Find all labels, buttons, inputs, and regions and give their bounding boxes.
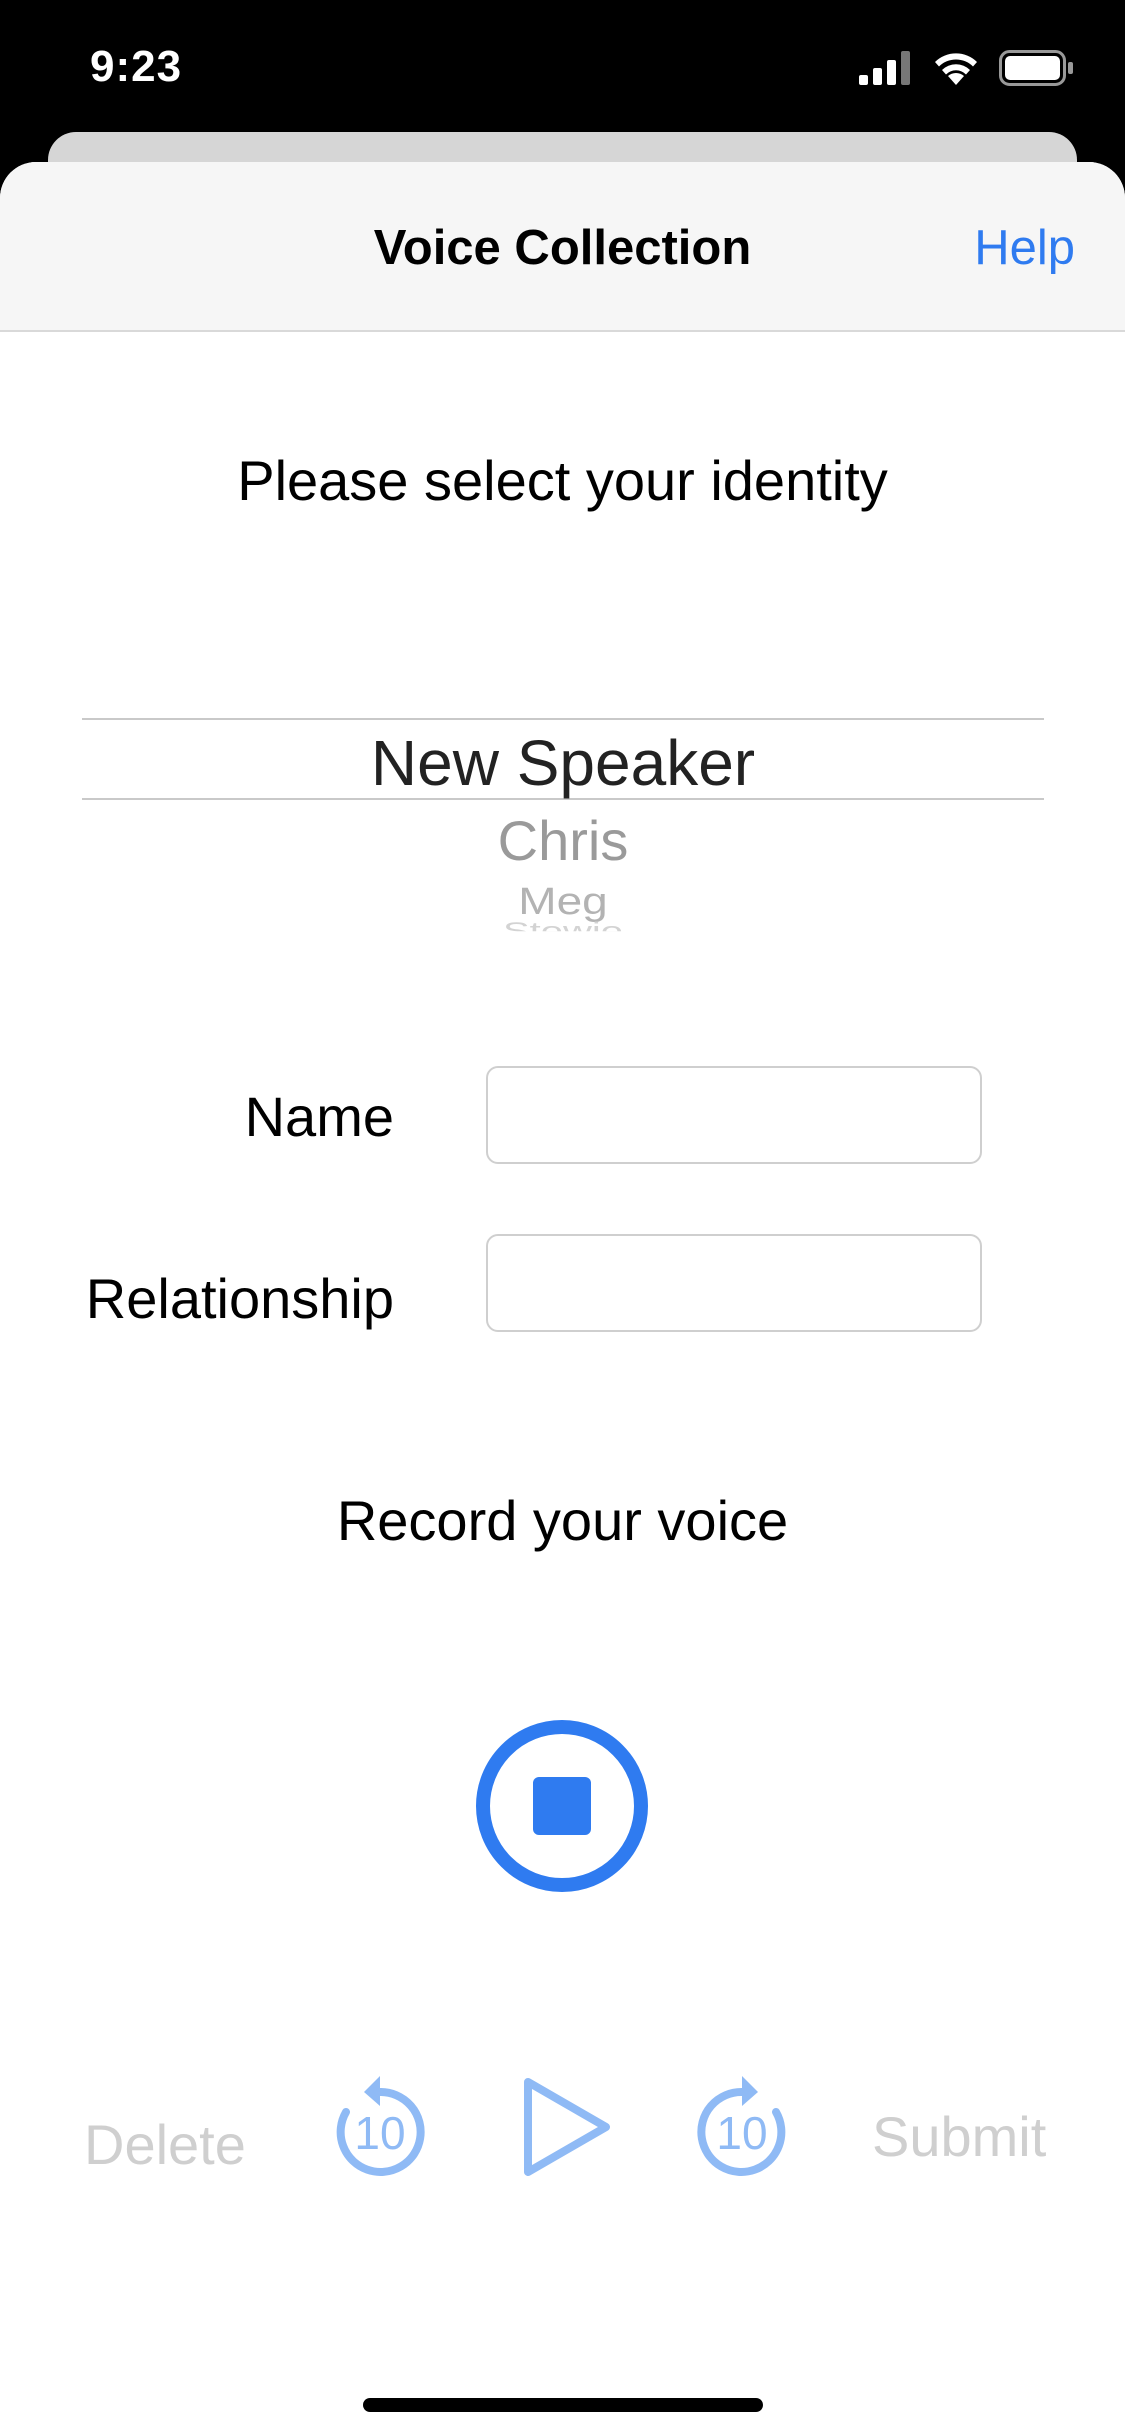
signal-icon bbox=[859, 51, 910, 85]
battery-icon bbox=[999, 50, 1073, 86]
identity-prompt: Please select your identity bbox=[237, 449, 888, 512]
identity-picker[interactable]: New Speaker Chris Meg Stewie bbox=[82, 718, 1044, 1118]
name-field[interactable] bbox=[486, 1066, 982, 1164]
delete-button[interactable]: Delete bbox=[84, 2112, 246, 2177]
status-time: 9:23 bbox=[90, 42, 183, 91]
relationship-label: Relationship bbox=[85, 1267, 394, 1330]
play-icon bbox=[524, 2078, 610, 2176]
relationship-field[interactable] bbox=[486, 1234, 982, 1332]
record-stop-button[interactable] bbox=[476, 1720, 648, 1892]
wifi-icon bbox=[935, 53, 977, 85]
status-icons bbox=[859, 48, 1075, 88]
stop-icon bbox=[533, 1777, 591, 1835]
page-title: Voice Collection bbox=[373, 221, 752, 275]
record-prompt: Record your voice bbox=[336, 1489, 789, 1552]
picker-item[interactable]: Chris bbox=[0, 808, 1125, 873]
navigation-bar: Voice Collection Help bbox=[0, 162, 1125, 332]
home-indicator[interactable] bbox=[363, 2398, 763, 2412]
play-button[interactable] bbox=[520, 2076, 612, 2178]
picker-selection-top-line bbox=[82, 718, 1044, 720]
status-bar: 9:23 bbox=[0, 0, 1125, 150]
help-button[interactable]: Help bbox=[974, 220, 1075, 276]
forward-seconds: 10 bbox=[716, 2107, 768, 2159]
rewind-seconds: 10 bbox=[354, 2107, 406, 2159]
name-label: Name bbox=[244, 1085, 394, 1148]
rewind-10-button[interactable]: 10 bbox=[334, 2072, 426, 2176]
picker-item[interactable]: Meg bbox=[0, 879, 1125, 923]
modal-sheet: Voice Collection Help Please select your… bbox=[0, 162, 1125, 2436]
picker-item[interactable]: Stewie bbox=[0, 918, 1125, 931]
forward-10-button[interactable]: 10 bbox=[696, 2072, 788, 2176]
picker-item-selected[interactable]: New Speaker bbox=[0, 726, 1125, 800]
submit-button[interactable]: Submit bbox=[872, 2104, 1046, 2169]
